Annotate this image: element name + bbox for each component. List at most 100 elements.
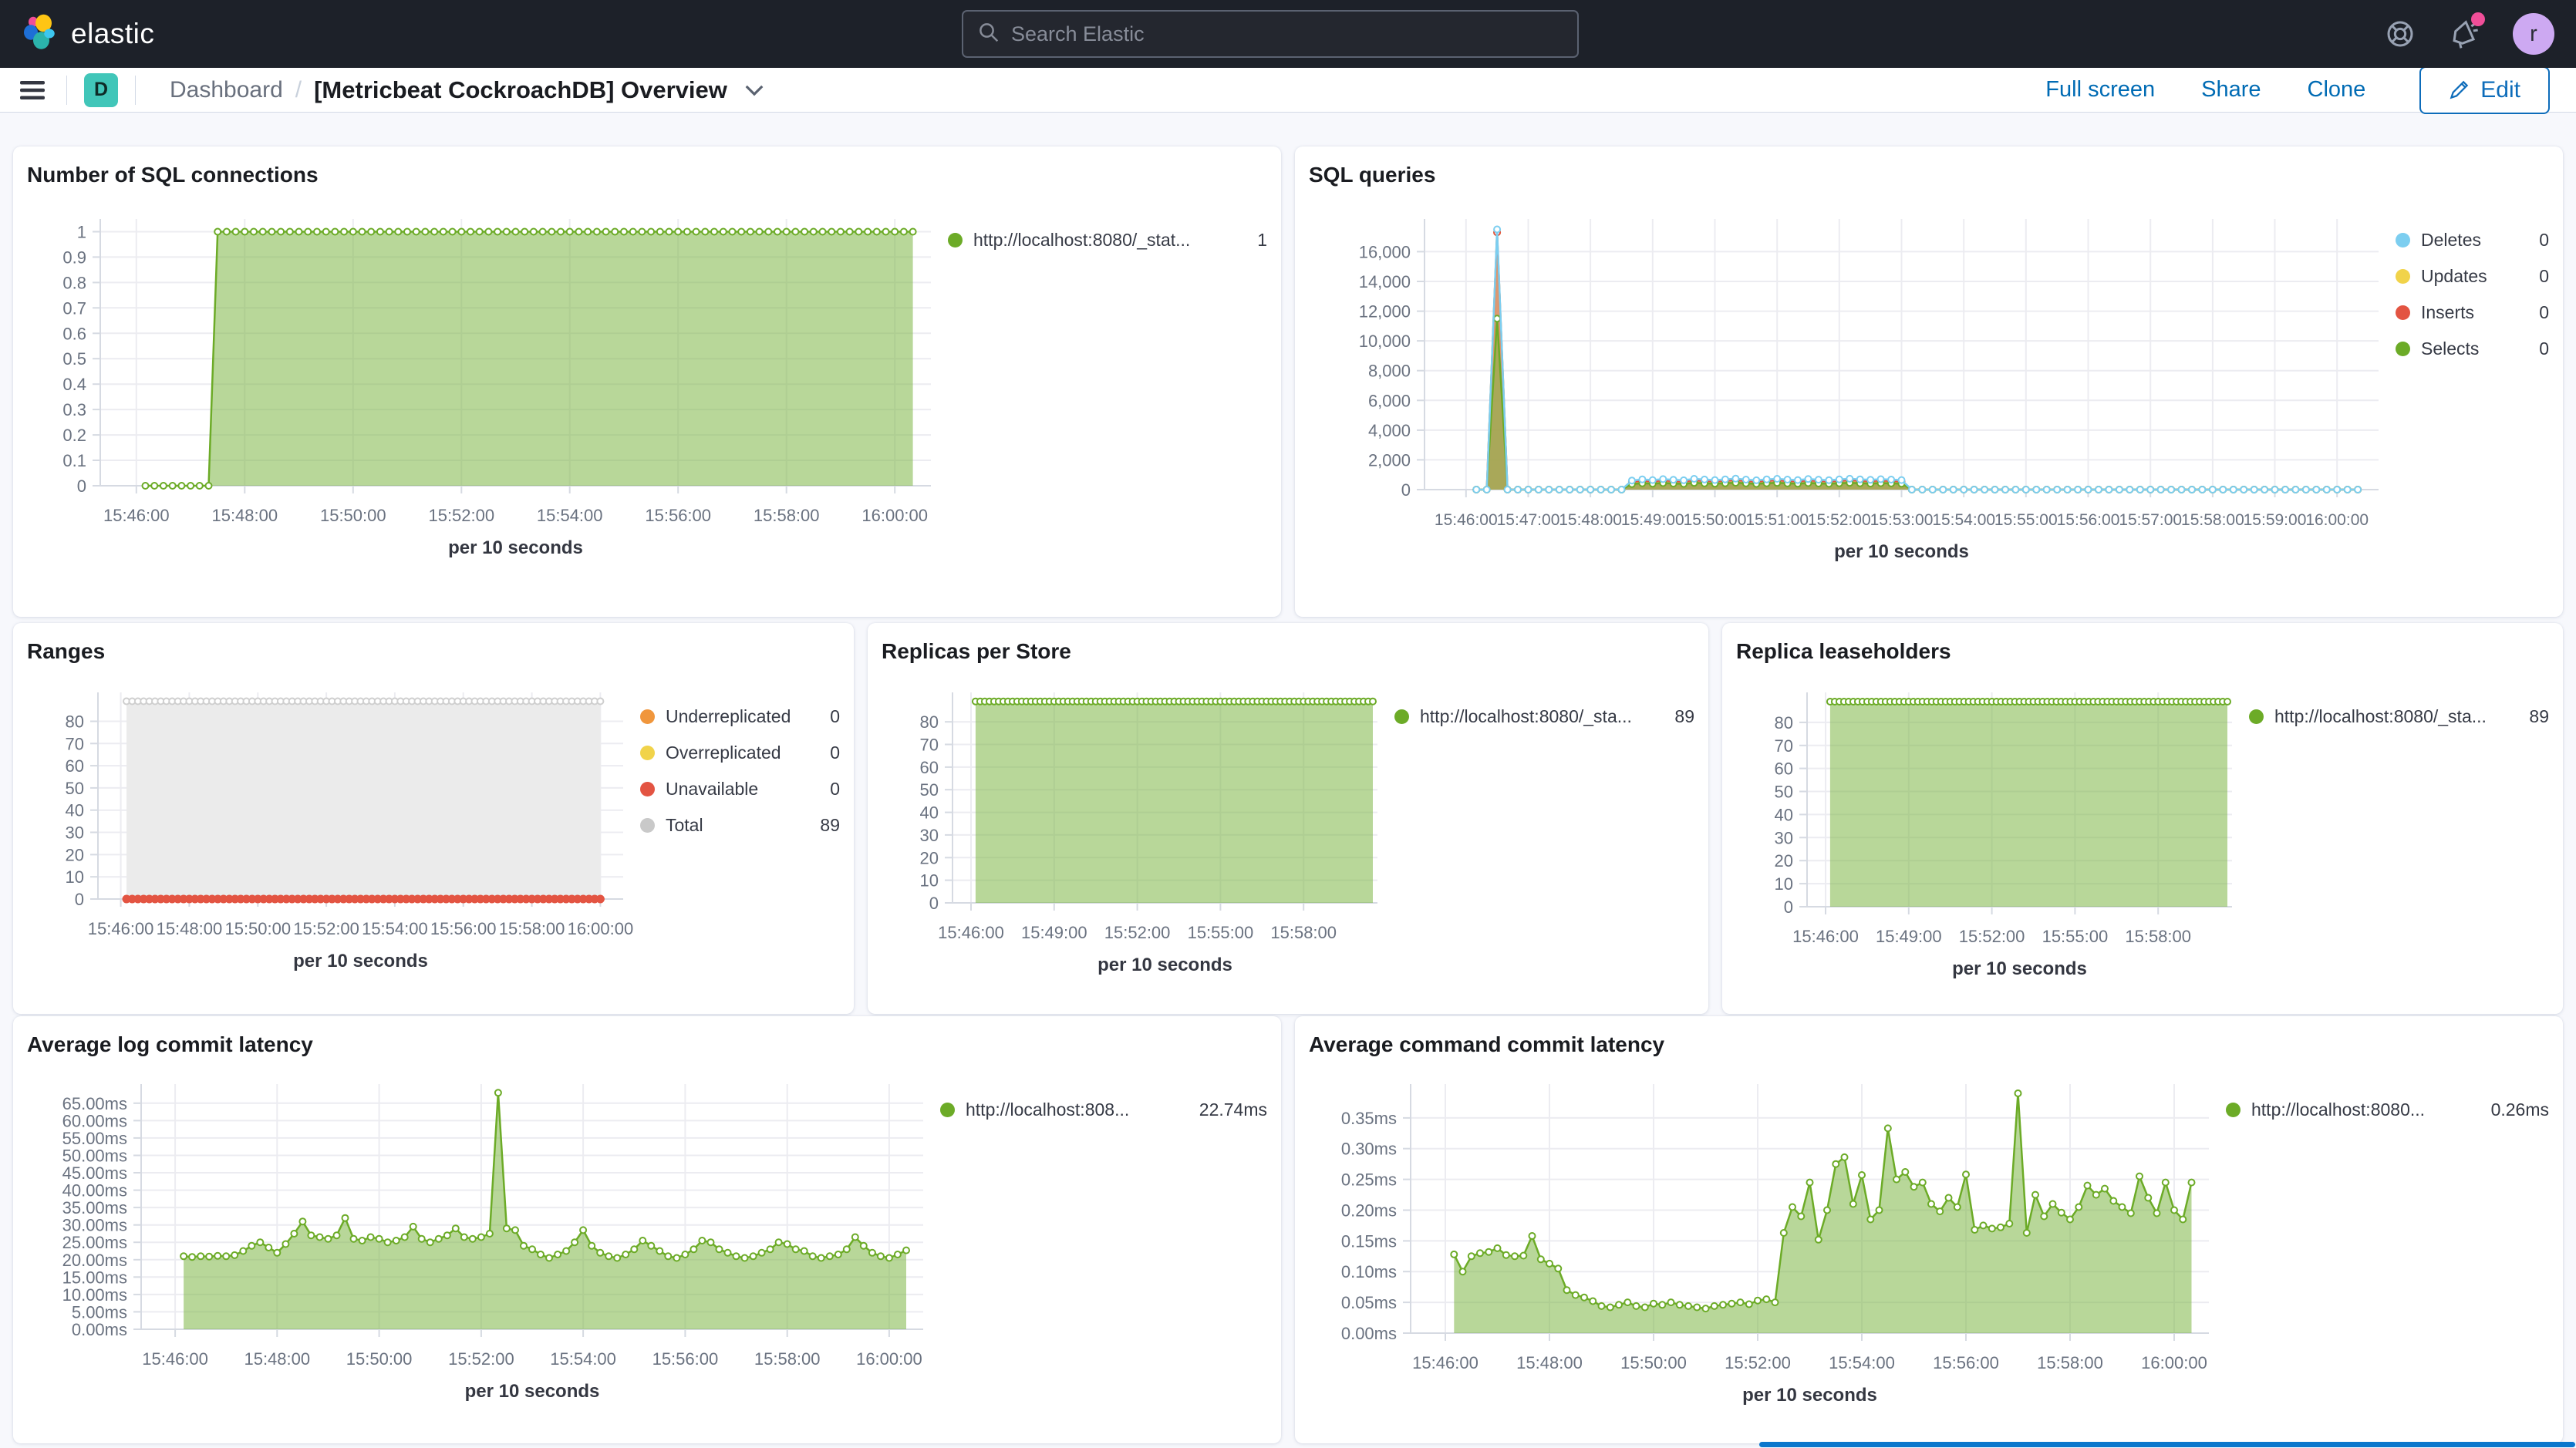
legend-item[interactable]: Updates0 (2396, 266, 2549, 287)
panel-number-of-sql-connections: Number of SQL connections 15:46:0015:48:… (13, 146, 1281, 617)
svg-text:50: 50 (66, 778, 84, 797)
svg-text:15:56:00: 15:56:00 (645, 506, 711, 525)
legend-item[interactable]: http://localhost:808...22.74ms (940, 1099, 1267, 1120)
legend-item[interactable]: http://localhost:8080/_sta...89 (1394, 706, 1694, 727)
svg-text:16:00:00: 16:00:00 (2141, 1353, 2207, 1372)
help-button[interactable] (2383, 17, 2417, 51)
legend-item[interactable]: Underreplicated0 (640, 706, 840, 727)
legend-dot (2396, 269, 2410, 284)
title-chevron-down-icon[interactable] (744, 83, 764, 97)
breadcrumb-dashboard-link[interactable]: Dashboard (170, 77, 283, 103)
panel-average-command-commit-latency: Average command commit latency 15:46:001… (1295, 1016, 2563, 1443)
panel-title: Number of SQL connections (27, 162, 1267, 188)
chart-svg: 15:46:0015:47:0015:48:0015:49:0015:50:00… (1309, 193, 2391, 605)
legend-label: http://localhost:808... (966, 1099, 1187, 1120)
svg-text:15:52:00: 15:52:00 (1104, 923, 1171, 942)
share-link[interactable]: Share (2201, 77, 2261, 103)
svg-text:15:58:00: 15:58:00 (499, 919, 565, 938)
pencil-icon (2449, 79, 2470, 100)
legend-item[interactable]: Overreplicated0 (640, 743, 840, 763)
chart-canvas[interactable]: 15:46:0015:48:0015:50:0015:52:0015:54:00… (27, 193, 943, 609)
panel-title: Replicas per Store (882, 638, 1694, 665)
svg-text:per 10 seconds: per 10 seconds (448, 537, 583, 558)
svg-text:8,000: 8,000 (1368, 361, 1411, 380)
svg-text:15:46:00: 15:46:00 (1412, 1353, 1479, 1372)
svg-text:10: 10 (66, 867, 84, 887)
svg-text:0: 0 (1784, 897, 1793, 917)
user-avatar[interactable]: r (2513, 13, 2554, 55)
svg-text:70: 70 (1775, 736, 1793, 755)
elastic-brand[interactable]: elastic (22, 14, 154, 55)
svg-text:80: 80 (66, 712, 84, 731)
svg-text:0.25ms: 0.25ms (1341, 1170, 1397, 1189)
global-search[interactable] (962, 10, 1579, 58)
legend-item[interactable]: http://localhost:8080/_sta...89 (2249, 706, 2549, 727)
panel-title: Average log commit latency (27, 1032, 1267, 1058)
svg-text:15:48:00: 15:48:00 (157, 919, 223, 938)
legend-item[interactable]: http://localhost:8080...0.26ms (2226, 1099, 2549, 1120)
legend-item[interactable]: Deletes0 (2396, 230, 2549, 251)
legend-item[interactable]: Selects0 (2396, 338, 2549, 359)
svg-text:80: 80 (920, 712, 939, 732)
svg-text:0.05ms: 0.05ms (1341, 1293, 1397, 1312)
newsfeed-button[interactable] (2448, 17, 2482, 51)
svg-text:70: 70 (920, 735, 939, 754)
svg-text:40: 40 (920, 803, 939, 822)
svg-text:55.00ms: 55.00ms (62, 1128, 127, 1147)
chart-canvas[interactable]: 15:46:0015:49:0015:52:0015:55:0015:58:00… (1736, 669, 2244, 1006)
chart-canvas[interactable]: 15:46:0015:48:0015:50:0015:52:0015:54:00… (27, 1062, 936, 1436)
svg-text:15.00ms: 15.00ms (62, 1268, 127, 1287)
svg-text:0.7: 0.7 (62, 298, 86, 318)
search-input[interactable] (1011, 22, 1563, 46)
svg-text:0.5: 0.5 (62, 349, 86, 369)
legend-item[interactable]: Unavailable0 (640, 779, 840, 800)
svg-text:15:58:00: 15:58:00 (2181, 511, 2244, 529)
chart-canvas[interactable]: 15:46:0015:49:0015:52:0015:55:0015:58:00… (882, 669, 1390, 1006)
brand-text: elastic (71, 18, 154, 50)
legend-item[interactable]: http://localhost:8080/_stat... 1 (948, 230, 1267, 251)
life-buoy-icon (2385, 19, 2416, 49)
horizontal-scrollbar-thumb[interactable] (1759, 1442, 2575, 1447)
svg-text:per 10 seconds: per 10 seconds (293, 951, 428, 972)
svg-text:20: 20 (1775, 851, 1793, 870)
chart-canvas[interactable]: 15:46:0015:48:0015:50:0015:52:0015:54:00… (27, 669, 636, 1006)
breadcrumb: Dashboard / [Metricbeat CockroachDB] Ove… (170, 76, 764, 104)
svg-text:15:56:00: 15:56:00 (652, 1349, 719, 1369)
chart-svg: 15:46:0015:49:0015:52:0015:55:0015:58:00… (882, 669, 1390, 998)
legend-value: 0.26ms (2491, 1099, 2549, 1120)
legend-label: Deletes (2421, 230, 2527, 251)
svg-text:15:49:00: 15:49:00 (1021, 923, 1087, 942)
svg-text:15:52:00: 15:52:00 (293, 919, 359, 938)
svg-text:30.00ms: 30.00ms (62, 1215, 127, 1234)
breadcrumb-toolbar: D Dashboard / [Metricbeat CockroachDB] O… (0, 68, 2576, 113)
menu-button[interactable] (15, 73, 49, 107)
chart-canvas[interactable]: 15:46:0015:47:0015:48:0015:49:0015:50:00… (1309, 193, 2391, 609)
svg-text:15:53:00: 15:53:00 (1870, 511, 1934, 529)
panel-ranges: Ranges 15:46:0015:48:0015:50:0015:52:001… (13, 623, 854, 1014)
legend-item[interactable]: Total89 (640, 815, 840, 836)
chart-canvas[interactable]: 15:46:0015:48:0015:50:0015:52:0015:54:00… (1309, 1062, 2221, 1436)
svg-text:15:52:00: 15:52:00 (428, 506, 494, 525)
svg-text:0.2: 0.2 (62, 426, 86, 445)
svg-text:15:52:00: 15:52:00 (1725, 1353, 1791, 1372)
svg-text:15:46:00: 15:46:00 (88, 919, 154, 938)
legend-label: http://localhost:8080/_sta... (1420, 706, 1662, 727)
svg-text:40: 40 (1775, 805, 1793, 824)
legend-value: 1 (1257, 230, 1267, 251)
legend-label: Updates (2421, 266, 2527, 287)
clone-link[interactable]: Clone (2308, 77, 2366, 103)
svg-text:15:46:00: 15:46:00 (1792, 927, 1859, 946)
elastic-logo-icon (22, 14, 59, 55)
svg-text:15:58:00: 15:58:00 (754, 506, 820, 525)
legend-item[interactable]: Inserts0 (2396, 302, 2549, 323)
top-header: elastic r (0, 0, 2576, 68)
legend-label: http://localhost:8080/_stat... (973, 230, 1245, 251)
edit-button[interactable]: Edit (2419, 66, 2550, 114)
legend-dot (640, 746, 655, 760)
chart-svg: 15:46:0015:49:0015:52:0015:55:0015:58:00… (1736, 669, 2244, 1002)
panel-title: SQL queries (1309, 162, 2549, 188)
svg-text:4,000: 4,000 (1368, 420, 1411, 439)
full-screen-link[interactable]: Full screen (2045, 77, 2155, 103)
svg-text:16:00:00: 16:00:00 (2305, 511, 2369, 529)
space-badge[interactable]: D (84, 73, 118, 107)
